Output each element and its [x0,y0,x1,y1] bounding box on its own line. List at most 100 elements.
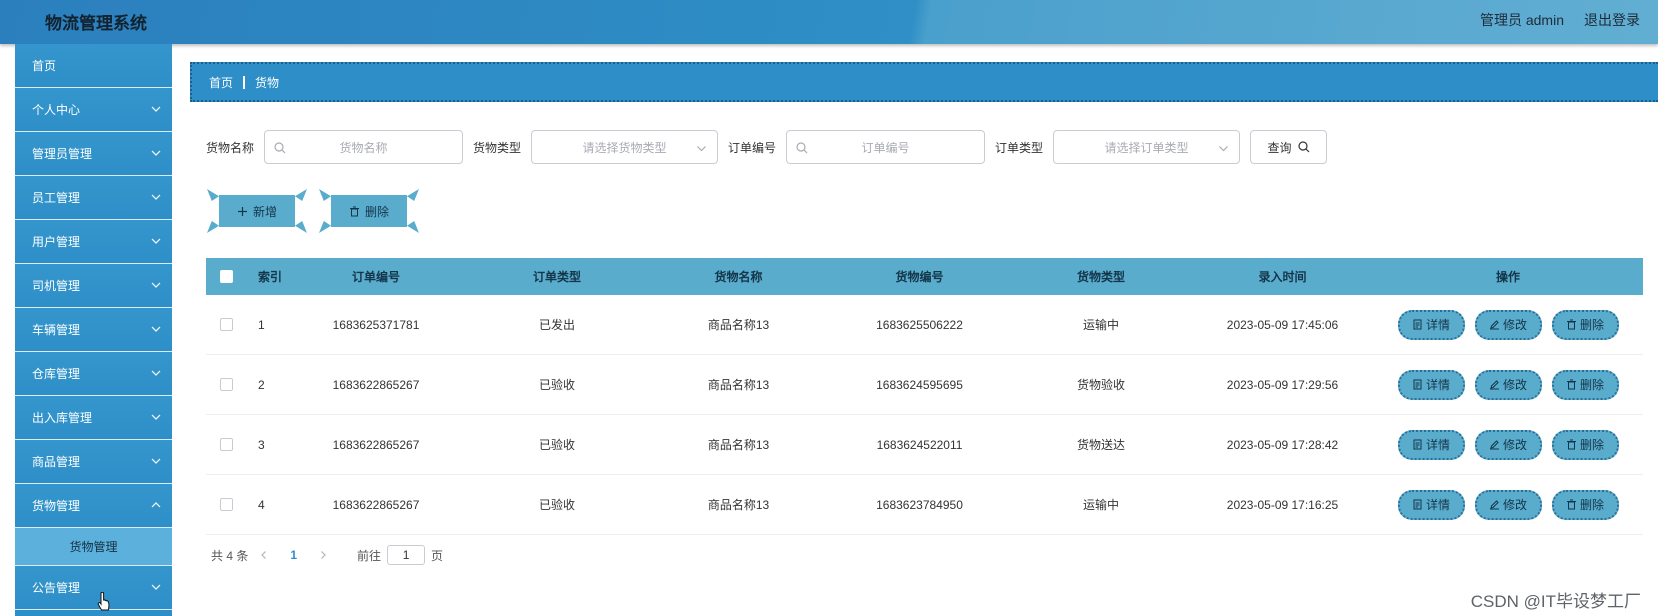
user-label[interactable]: 管理员 admin [1480,10,1564,30]
row-checkbox[interactable] [219,378,233,391]
cell-goods-no: 1683623784950 [876,497,963,512]
goods-name-input[interactable]: 货物名称 [264,130,464,164]
document-icon [1413,379,1422,390]
page-number[interactable]: 1 [290,548,297,562]
order-type-label: 订单类型 [995,140,1044,155]
add-button[interactable]: 新增 [207,189,307,233]
delete-button[interactable]: 删除 [1551,489,1619,520]
plus-icon [237,206,247,216]
breadcrumb-separator [243,75,246,89]
goods-type-select[interactable]: 请选择货物类型 [531,130,719,164]
sidebar-item-label: 司机管理 [32,279,81,293]
chevron-down-icon [151,458,161,464]
detail-label: 详情 [1425,378,1450,392]
edit-icon [1489,440,1499,450]
edit-button[interactable]: 修改 [1474,489,1542,520]
sidebar-item[interactable]: 司机管理 [15,264,172,308]
breadcrumb-current: 货物 [255,75,280,90]
watermark: CSDN @IT毕设梦工厂 [1470,592,1641,611]
cell-entry-time: 2023-05-09 17:45:06 [1226,317,1339,332]
sidebar-item[interactable]: 出入库管理 [15,396,172,440]
chevron-right-icon[interactable] [317,549,329,561]
sidebar-item-label: 货物管理 [32,499,81,513]
goods-type-label: 货物类型 [473,140,522,155]
detail-button[interactable]: 详情 [1397,309,1465,340]
row-checkbox-cell [206,318,246,331]
search-icon [796,142,808,154]
cell-order-no: 1683625371781 [332,317,420,332]
edit-button[interactable]: 修改 [1474,429,1542,460]
cell-operations: 详情 修改 删除 [1373,489,1643,520]
app-title: 物流管理系统 [45,14,147,33]
table-body: 1 1683625371781 已发出 商品名称13 1683625506222 运输中 2… [206,295,1643,535]
sidebar-item[interactable]: 仓库管理 [15,352,172,396]
edit-label: 修改 [1502,438,1527,452]
detail-button[interactable]: 详情 [1397,369,1465,400]
sidebar-item-label: 首页 [32,59,57,73]
edit-button[interactable]: 修改 [1474,309,1542,340]
sidebar-item[interactable]: 员工管理 [15,176,172,220]
sidebar-item-label: 个人中心 [32,103,81,117]
edit-button[interactable]: 修改 [1474,369,1542,400]
query-button[interactable]: 查询 [1250,130,1328,164]
row-checkbox[interactable] [219,318,233,331]
delete-label: 删除 [1579,498,1604,512]
sidebar-item[interactable]: 管理员管理 [15,132,172,176]
delete-button[interactable]: 删除 [1551,369,1619,400]
cell-order-type: 已发出 [538,318,575,332]
header-operations: 操作 [1495,270,1520,284]
sidebar-item[interactable]: 货物管理 [15,484,172,528]
decor-corner [207,221,219,233]
cell-goods-type: 运输中 [1082,498,1119,512]
sidebar-item-label: 员工管理 [32,191,81,205]
detail-button[interactable]: 详情 [1397,429,1465,460]
cell-index: 3 [258,437,265,452]
batch-delete-button[interactable]: 删除 [319,189,419,233]
trash-icon [1566,499,1576,510]
delete-button[interactable]: 删除 [1551,309,1619,340]
sidebar-item-label: 管理员管理 [32,147,93,161]
sidebar-item[interactable]: 用户管理 [15,220,172,264]
goto-page-input[interactable] [387,545,426,565]
add-label: 新增 [252,204,277,219]
row-checkbox[interactable] [219,438,233,451]
chevron-down-icon [151,282,161,288]
detail-button[interactable]: 详情 [1397,489,1465,520]
order-no-input[interactable]: 订单编号 [786,130,986,164]
chevron-down-icon [151,106,161,112]
sidebar-subitem[interactable]: 货物管理 [15,528,172,566]
sidebar-item-label: 货物管理 [69,540,118,554]
cell-goods-no: 1683624595695 [876,377,963,392]
breadcrumb-home[interactable]: 首页 [209,74,233,91]
filter-bar: 货物名称 货物名称 货物类型 请选择货物类型 订单编号 订单编号 订单类型 请选… [206,130,1328,164]
logout-link[interactable]: 退出登录 [1584,10,1640,30]
sidebar-item[interactable]: 首页 [15,44,172,88]
delete-label: 删除 [1579,318,1604,332]
order-type-select[interactable]: 请选择订单类型 [1053,130,1241,164]
edit-label: 修改 [1502,498,1527,512]
cell-entry-time: 2023-05-09 17:16:25 [1226,497,1339,512]
sidebar-item[interactable]: 公告管理 [15,566,172,610]
select-all-cell [206,270,246,283]
breadcrumb: 首页 货物 [190,62,1658,102]
cell-goods-name: 商品名称13 [707,318,770,332]
goods-name-placeholder: 货物名称 [339,140,388,155]
delete-button[interactable]: 删除 [1551,429,1619,460]
sidebar-item[interactable]: 车辆管理 [15,308,172,352]
pagination: 共 4 条 1 前往 页 [211,545,443,565]
chevron-left-icon[interactable] [258,549,270,561]
edit-label: 修改 [1502,378,1527,392]
row-checkbox[interactable] [219,498,233,511]
decor-corner [319,189,331,201]
header-goods-name: 货物名称 [714,270,763,284]
chevron-down-icon [151,194,161,200]
table-header: 索引 订单编号 订单类型 货物名称 货物编号 货物类型 录入时间 操作 [206,258,1643,295]
detail-label: 详情 [1425,438,1450,452]
delete-label: 删除 [1579,378,1604,392]
sidebar-item[interactable]: 个人中心 [15,88,172,132]
decor-corner [407,221,419,233]
select-all-checkbox[interactable] [219,270,233,283]
goto-label: 前往 [357,548,382,563]
sidebar-item[interactable]: 商品管理 [15,440,172,484]
cell-order-no: 1683622865267 [332,437,420,452]
